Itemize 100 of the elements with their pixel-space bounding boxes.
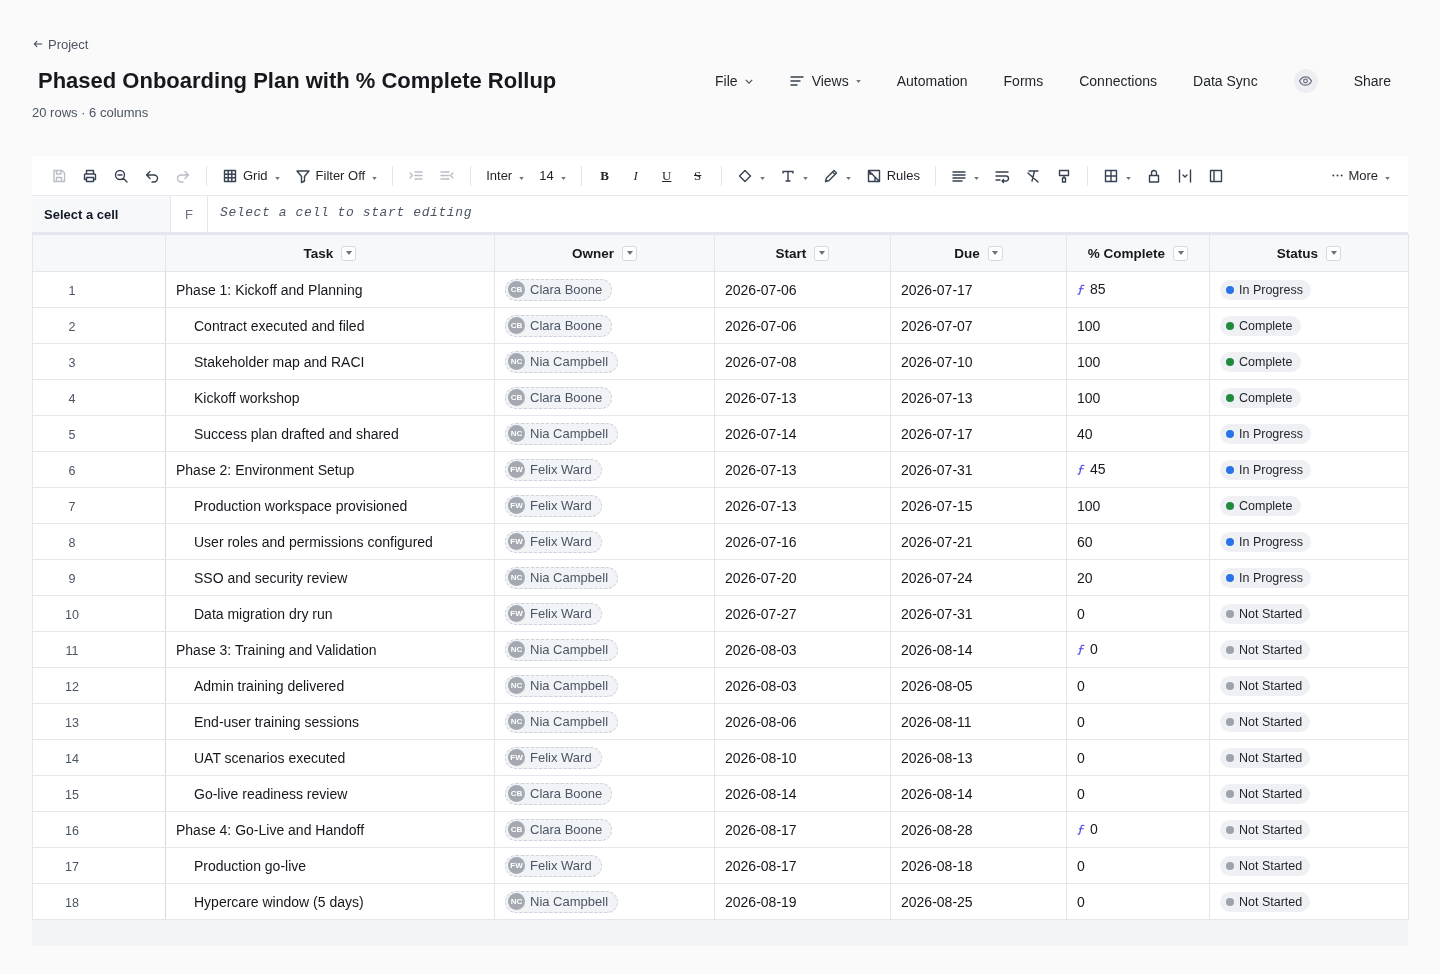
formula-input[interactable]: Select a cell to start editing: [208, 196, 1408, 232]
zoom-out-icon[interactable]: [113, 167, 129, 184]
table-cell: 2026-07-13: [714, 451, 891, 488]
printer-icon[interactable]: [82, 167, 98, 184]
caret-icon: [1385, 176, 1390, 180]
table-cell: 2026-07-08: [714, 343, 891, 380]
view-button[interactable]: Grid: [222, 167, 280, 184]
status-label: In Progress: [1239, 282, 1303, 297]
font-size-dropdown[interactable]: 14: [539, 168, 566, 183]
grid-icon: [222, 167, 238, 184]
share-button[interactable]: Share: [1353, 73, 1391, 89]
column-menu-button[interactable]: [1173, 245, 1189, 261]
caret-icon: [845, 176, 851, 180]
italic-button[interactable]: I: [627, 167, 644, 184]
back-link[interactable]: Project: [32, 35, 89, 53]
owner-name: Felix Ward: [530, 534, 592, 549]
highlight-button[interactable]: [822, 167, 851, 184]
table-cell: 2026-08-03: [714, 631, 891, 668]
more-button[interactable]: More: [1332, 168, 1390, 183]
percent-value: 0: [1077, 749, 1085, 766]
status-label: Not Started: [1239, 894, 1303, 909]
column-menu-button[interactable]: [1326, 245, 1342, 261]
table-cell: 2026-08-14: [714, 775, 891, 812]
owner-name: Clara Boone: [530, 318, 603, 333]
table-cell: 2026-07-20: [714, 559, 891, 596]
font-family-dropdown[interactable]: Inter: [486, 168, 525, 183]
borders-button[interactable]: [1102, 167, 1131, 184]
status-label: Not Started: [1239, 786, 1303, 801]
status-label: Not Started: [1239, 606, 1303, 621]
table-cell: 2026-08-11: [890, 703, 1067, 740]
table-cell: 2026-07-27: [714, 595, 891, 632]
avatar: CB: [508, 785, 525, 802]
column-menu-button[interactable]: [622, 245, 637, 261]
status-label: Not Started: [1239, 858, 1303, 873]
owner-name: Clara Boone: [530, 390, 603, 405]
arrow-left-icon: [32, 38, 44, 50]
row-number: 13: [64, 715, 80, 730]
status-label: Complete: [1239, 354, 1293, 369]
sheet-summary: 20 rows · 6 columns: [32, 105, 150, 121]
status-label: In Progress: [1239, 534, 1303, 549]
table-cell: Phase 2: Environment Setup: [165, 451, 495, 488]
owner-name: Clara Boone: [530, 786, 603, 801]
side-panel-icon[interactable]: [1207, 167, 1224, 184]
row-number: 9: [67, 571, 77, 586]
nav-link[interactable]: Connections: [1079, 73, 1158, 89]
table-cell: Production go-live: [165, 847, 495, 884]
caret-icon: [372, 176, 378, 180]
pencil-icon: [822, 167, 839, 184]
bold-button[interactable]: B: [596, 167, 613, 184]
table-cell: 2026-08-18: [890, 847, 1067, 884]
caret-icon: [855, 79, 861, 83]
owner-name: Nia Campbell: [530, 678, 609, 693]
owner-name: Felix Ward: [530, 498, 592, 513]
nav-link[interactable]: Forms: [1003, 73, 1044, 89]
table-cell: 2026-08-13: [890, 739, 1067, 776]
owner-name: Nia Campbell: [530, 642, 609, 657]
status-label: Complete: [1239, 390, 1293, 405]
rules-button[interactable]: Rules: [865, 167, 920, 184]
preview-button[interactable]: [1293, 69, 1318, 93]
avatar: FW: [508, 461, 525, 478]
fill-color-button[interactable]: [736, 167, 765, 184]
owner-name: Clara Boone: [530, 282, 603, 297]
column-menu-button[interactable]: [341, 245, 357, 261]
owner-name: Nia Campbell: [530, 354, 609, 369]
column-title: Due: [954, 245, 980, 261]
percent-value: 100: [1077, 389, 1101, 406]
avatar: NC: [508, 641, 525, 658]
table-cell: 2026-07-31: [890, 451, 1067, 488]
table-cell: UAT scenarios executed: [165, 739, 495, 776]
caret-icon: [973, 176, 979, 180]
column-width-icon[interactable]: [1176, 167, 1193, 184]
table-cell: 2026-07-21: [890, 523, 1067, 560]
filter-button[interactable]: Filter Off: [294, 167, 378, 184]
column-menu-button[interactable]: [987, 245, 1003, 261]
nav-link[interactable]: Automation: [896, 73, 968, 89]
table-cell: Success plan drafted and shared: [165, 415, 495, 452]
caret-icon: [519, 176, 525, 180]
percent-value: 0: [1090, 641, 1098, 658]
row-number: 8: [67, 535, 77, 550]
menu-button[interactable]: Views: [788, 73, 861, 89]
menu-button[interactable]: File: [715, 73, 753, 89]
percent-value: 0: [1077, 785, 1085, 802]
column-title: Owner: [572, 245, 614, 261]
underline-button[interactable]: U: [658, 167, 675, 184]
caret-icon: [626, 251, 633, 255]
percent-value: 0: [1077, 605, 1085, 622]
avatar: CB: [508, 821, 525, 838]
table-cell: 2026-07-07: [890, 307, 1067, 344]
caret-icon: [1125, 176, 1131, 180]
table-cell: 2026-07-13: [714, 379, 891, 416]
column-menu-button[interactable]: [814, 245, 830, 261]
row-number: 6: [67, 463, 77, 478]
caret-icon: [1330, 251, 1337, 255]
table-cell: 2026-07-13: [714, 487, 891, 524]
percent-value: 0: [1077, 893, 1085, 910]
percent-value: 60: [1077, 533, 1093, 550]
nav-link[interactable]: Data Sync: [1193, 73, 1258, 89]
status-label: Complete: [1239, 498, 1293, 513]
strikethrough-button[interactable]: S: [689, 167, 706, 184]
caret-icon: [560, 176, 566, 180]
